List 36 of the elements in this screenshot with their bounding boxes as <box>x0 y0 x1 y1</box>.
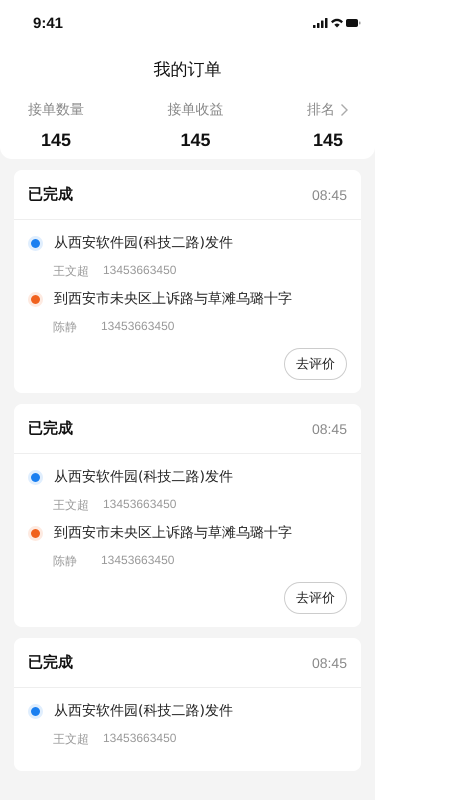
order-time: 08:45 <box>312 186 347 202</box>
contact-name: 王文超 <box>53 731 89 748</box>
order-status: 已完成 <box>28 419 73 438</box>
stat-label[interactable]: 排名 <box>307 101 335 119</box>
contact-phone: 13453663450 <box>101 553 174 569</box>
contact-phone: 13453663450 <box>103 731 176 747</box>
stat-value: 145 <box>180 130 211 151</box>
address-text: 从西安软件园(科技二路)发件 <box>54 468 233 486</box>
chevron-right-icon[interactable] <box>339 103 349 117</box>
order-card[interactable]: 已完成 08:45 从西安软件园(科技二路)发件 王文超 13453663450 到西安市未央区上诉路与草滩乌璐十字 陈静 13453663450 去评价 <box>14 170 361 393</box>
order-card[interactable]: 已完成 08:45 从西安软件园(科技二路)发件 王文超 13453663450 到西安市未央区上诉路与草滩乌璐十字 陈静 13453663450 去评价 <box>14 404 361 627</box>
contact-phone: 13453663450 <box>101 319 174 335</box>
address-text: 从西安软件园(科技二路)发件 <box>54 234 233 252</box>
address-text: 到西安市未央区上诉路与草滩乌璐十字 <box>54 290 292 308</box>
address-text: 到西安市未央区上诉路与草滩乌璐十字 <box>54 524 292 542</box>
contact-name: 陈静 <box>53 319 78 336</box>
order-status: 已完成 <box>28 653 73 672</box>
rate-button[interactable]: 去评价 <box>284 582 347 614</box>
order-time: 08:45 <box>312 654 347 670</box>
status-time: 9:41 <box>33 14 64 32</box>
page-title: 我的订单 <box>152 59 222 82</box>
stat-value: 145 <box>312 130 344 151</box>
contact-name: 王文超 <box>53 497 89 514</box>
stat-label: 接单数量 <box>28 101 84 119</box>
order-status: 已完成 <box>28 185 73 204</box>
contact-name: 陈静 <box>53 553 78 570</box>
contact-phone: 13453663450 <box>103 497 176 513</box>
address-text: 从西安软件园(科技二路)发件 <box>54 702 233 720</box>
contact-phone: 13453663450 <box>103 263 176 279</box>
stat-value: 145 <box>40 130 72 151</box>
stat-label: 接单收益 <box>168 101 224 119</box>
order-time: 08:45 <box>312 420 347 436</box>
rate-button[interactable]: 去评价 <box>284 348 347 380</box>
order-card[interactable]: 已完成 08:45 从西安软件园(科技二路)发件 王文超 13453663450 <box>14 638 361 771</box>
contact-name: 王文超 <box>53 263 89 280</box>
status-icons <box>313 17 361 29</box>
